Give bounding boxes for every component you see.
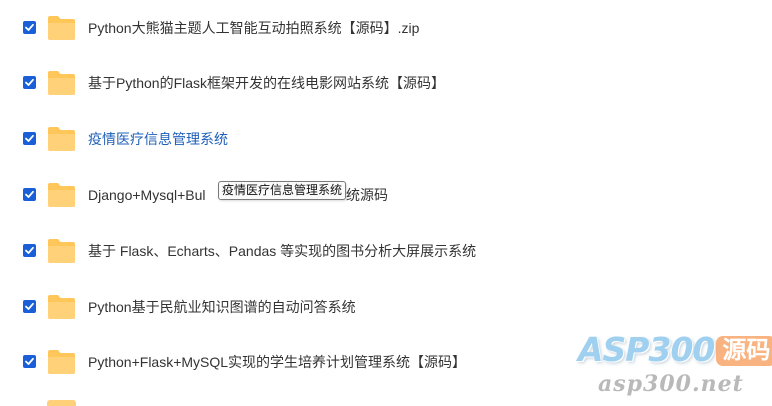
list-item[interactable]: 基于 Flask、Echarts、Pandas 等实现的图书分析大屏展示系统 bbox=[0, 227, 772, 271]
file-name-link-active[interactable]: 疫情医疗信息管理系统 bbox=[88, 129, 228, 149]
checkbox-checked-icon[interactable] bbox=[23, 132, 36, 145]
folder-icon bbox=[47, 292, 76, 320]
folder-icon bbox=[47, 68, 76, 96]
checkbox-checked-icon[interactable] bbox=[23, 355, 36, 368]
hover-tooltip: 疫情医疗信息管理系统 bbox=[218, 181, 347, 200]
list-item[interactable]: 疫情医疗信息管理系统 bbox=[0, 115, 772, 159]
checkbox-checked-icon[interactable] bbox=[23, 300, 36, 313]
list-item[interactable]: Python基于民航业知识图谱的自动问答系统 bbox=[0, 283, 772, 327]
file-name-link[interactable]: Python大熊猫主题人工智能互动拍照系统【源码】.zip bbox=[88, 18, 419, 38]
folder-icon bbox=[47, 347, 76, 375]
checkbox-checked-icon[interactable] bbox=[23, 21, 36, 34]
folder-icon bbox=[47, 180, 76, 208]
file-name-link[interactable]: Python基于民航业知识图谱的自动问答系统 bbox=[88, 297, 356, 317]
file-name-link-tail[interactable]: 统源码 bbox=[346, 185, 388, 205]
folder-icon bbox=[47, 124, 76, 152]
file-browser-page: Python大熊猫主题人工智能互动拍照系统【源码】.zip 基于Python的F… bbox=[0, 0, 772, 406]
folder-icon bbox=[47, 13, 76, 41]
checkbox-checked-icon[interactable] bbox=[23, 76, 36, 89]
list-item[interactable]: 基于Python的Flask框架开发的在线电影网站系统【源码】 bbox=[0, 59, 772, 103]
list-item[interactable]: Python大熊猫主题人工智能互动拍照系统【源码】.zip bbox=[0, 4, 772, 48]
checkbox-checked-icon[interactable] bbox=[23, 244, 36, 257]
folder-icon bbox=[47, 400, 76, 406]
checkbox-checked-icon[interactable] bbox=[23, 188, 36, 201]
folder-icon bbox=[47, 236, 76, 264]
list-item[interactable]: Python+Flask+MySQL实现的学生培养计划管理系统【源码】 bbox=[0, 338, 772, 382]
file-name-link[interactable]: 基于 Flask、Echarts、Pandas 等实现的图书分析大屏展示系统 bbox=[88, 241, 476, 261]
file-name-link[interactable]: Django+Mysql+Bul bbox=[88, 185, 206, 205]
list-item[interactable]: Django+Mysql+Bul 统源码 bbox=[0, 171, 772, 215]
file-name-link[interactable]: Python+Flask+MySQL实现的学生培养计划管理系统【源码】 bbox=[88, 352, 466, 372]
file-name-link[interactable]: 基于Python的Flask框架开发的在线电影网站系统【源码】 bbox=[88, 73, 445, 93]
file-list: Python大熊猫主题人工智能互动拍照系统【源码】.zip 基于Python的F… bbox=[0, 0, 772, 406]
